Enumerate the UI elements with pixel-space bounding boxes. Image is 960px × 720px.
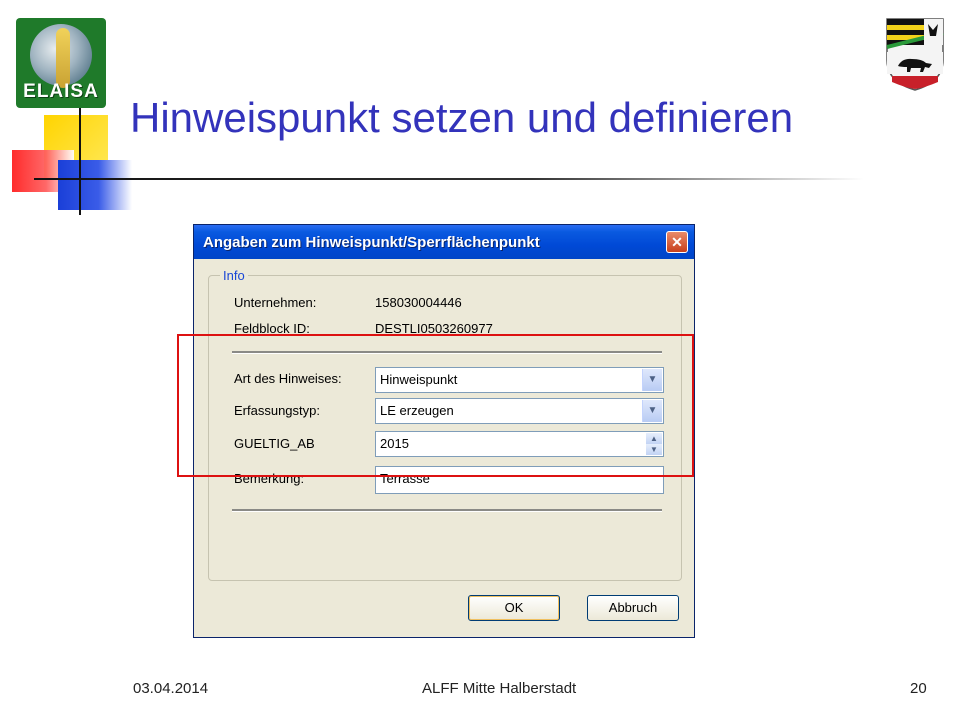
dialog-titlebar[interactable]: Angaben zum Hinweispunkt/Sperrflächenpun… xyxy=(194,225,694,259)
page-number: 20 xyxy=(910,680,927,697)
page-title: Hinweispunkt setzen und definieren xyxy=(130,94,794,141)
abbruch-button[interactable]: Abbruch xyxy=(587,595,679,621)
close-button[interactable]: ✕ xyxy=(666,231,688,253)
ok-button[interactable]: OK xyxy=(468,595,560,621)
decor-blue-square xyxy=(58,160,132,210)
unternehmen-value: 158030004446 xyxy=(375,295,462,310)
highlight-box xyxy=(177,334,694,477)
close-icon: ✕ xyxy=(671,234,683,250)
elaisa-logo: ELAISA xyxy=(16,18,106,108)
dialog-title: Angaben zum Hinweispunkt/Sperrflächenpun… xyxy=(203,234,540,251)
elaisa-logo-text: ELAISA xyxy=(23,81,99,102)
info-group-label: Info xyxy=(220,268,248,283)
decor-vertical-line xyxy=(79,95,81,215)
unternehmen-label: Unternehmen: xyxy=(234,295,317,310)
separator-bottom xyxy=(232,509,662,512)
footer-organization: ALFF Mitte Halberstadt xyxy=(422,680,577,697)
footer-date: 03.04.2014 xyxy=(133,680,209,697)
title-underline xyxy=(34,178,864,180)
coat-of-arms-icon xyxy=(886,18,944,91)
